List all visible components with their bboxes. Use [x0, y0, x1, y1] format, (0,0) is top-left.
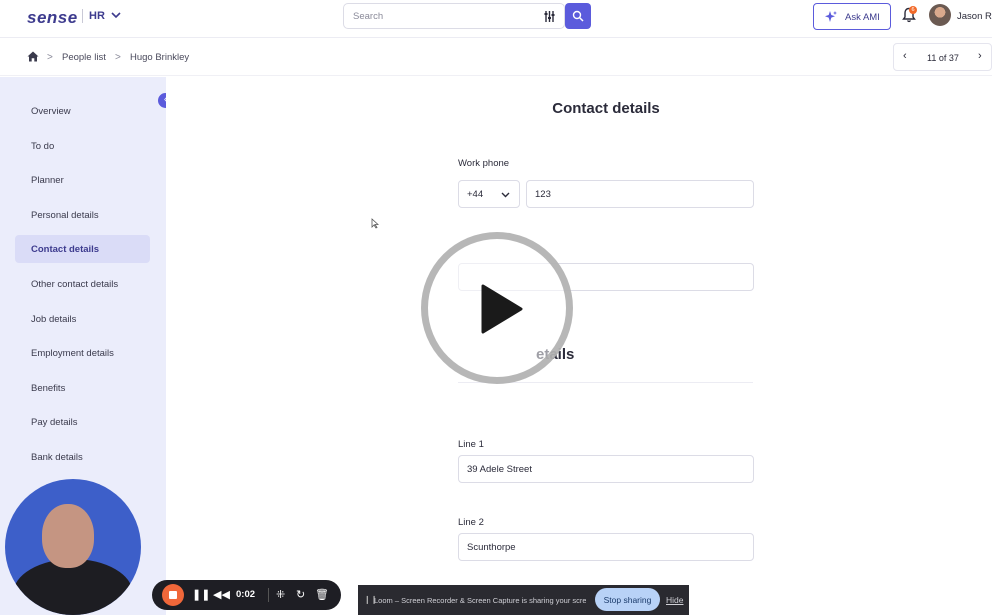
- recording-timer: 0:02: [236, 589, 256, 600]
- webcam-person-head: [42, 504, 94, 568]
- ask-ami-label: Ask AMI: [845, 12, 880, 23]
- breadcrumb-people-list[interactable]: People list: [62, 52, 106, 63]
- sidebar-item-planner[interactable]: Planner: [15, 166, 150, 194]
- sharing-message: Loom – Screen Recorder & Screen Capture …: [374, 596, 586, 605]
- line-1-label: Line 1: [458, 439, 484, 450]
- address-line-2-field[interactable]: Scunthorpe: [458, 533, 754, 561]
- sidebar-item-label: Personal details: [31, 210, 99, 221]
- logo-divider: [82, 9, 83, 23]
- work-phone-field[interactable]: 123: [526, 180, 754, 208]
- home-icon[interactable]: [27, 51, 39, 62]
- breadcrumb: > People list > Hugo Brinkley: [0, 39, 992, 76]
- sense-logo[interactable]: sense: [27, 8, 78, 28]
- search-placeholder: Search: [353, 11, 384, 22]
- stop-recording-button[interactable]: [162, 584, 184, 606]
- sidebar-item-bank-details[interactable]: Bank details: [15, 443, 150, 471]
- search-button[interactable]: [565, 3, 591, 29]
- sidebar-item-label: Job details: [31, 314, 77, 325]
- next-record-button[interactable]: ›: [978, 50, 982, 62]
- hide-sharing-bar-link[interactable]: Hide: [666, 595, 683, 605]
- sidebar-item-employment-details[interactable]: Employment details: [15, 339, 150, 367]
- webcam-bubble[interactable]: [5, 479, 141, 615]
- sidebar-item-personal-details[interactable]: Personal details: [15, 201, 150, 229]
- work-phone-value: 123: [535, 189, 551, 200]
- sidebar-item-contact-details[interactable]: Contact details: [15, 235, 150, 263]
- notification-badge: 6: [909, 6, 917, 14]
- sidebar-item-label: Other contact details: [31, 279, 119, 290]
- top-bar: sense HR Search Ask AMI 6 Jason Ro: [0, 0, 992, 38]
- play-video-button[interactable]: [421, 232, 573, 384]
- breadcrumb-current: Hugo Brinkley: [130, 52, 190, 63]
- screen-sharing-bar: ❙❙ Loom – Screen Recorder & Screen Captu…: [358, 585, 689, 615]
- rewind-icon[interactable]: ◀◀: [213, 588, 230, 602]
- chevron-right-icon: >: [47, 52, 53, 63]
- previous-record-button[interactable]: ‹: [903, 50, 907, 62]
- stop-sharing-label: Stop sharing: [603, 595, 652, 605]
- address-line-1-value: 39 Adele Street: [467, 464, 532, 475]
- sidebar-item-other-contact-details[interactable]: Other contact details: [15, 270, 150, 298]
- sidebar-item-benefits[interactable]: Benefits: [15, 374, 150, 402]
- sidebar-item-label: Employment details: [31, 348, 114, 359]
- sidebar-item-label: Pay details: [31, 417, 78, 428]
- sidebar-item-to-do[interactable]: To do: [15, 132, 150, 160]
- stop-sharing-button[interactable]: Stop sharing: [595, 588, 660, 611]
- avatar[interactable]: [929, 4, 951, 26]
- search-input[interactable]: Search: [343, 3, 565, 29]
- address-line-2-value: Scunthorpe: [467, 542, 516, 553]
- pause-icon[interactable]: ❚❚: [192, 588, 210, 602]
- user-name[interactable]: Jason Ro: [957, 11, 992, 22]
- chevron-down-icon[interactable]: [110, 9, 122, 21]
- chevron-right-icon: >: [115, 52, 121, 63]
- ask-ami-button[interactable]: Ask AMI: [813, 3, 891, 30]
- page-title: Contact details: [552, 100, 660, 117]
- address-line-1-field[interactable]: 39 Adele Street: [458, 455, 754, 483]
- record-position: 11 of 37: [927, 53, 959, 63]
- sidebar-item-pay-details[interactable]: Pay details: [15, 408, 150, 436]
- sidebar-item-label: Planner: [31, 175, 64, 186]
- restart-icon[interactable]: ↻: [296, 588, 305, 602]
- country-code-value: +44: [467, 189, 484, 200]
- sparkle-icon: [825, 11, 837, 22]
- sidebar-item-job-details[interactable]: Job details: [15, 305, 150, 333]
- record-pager: ‹ 11 of 37 ›: [893, 43, 992, 71]
- line-2-label: Line 2: [458, 517, 484, 528]
- play-icon: [481, 284, 523, 334]
- search-icon: [572, 10, 584, 22]
- product-switcher-label[interactable]: HR: [89, 10, 105, 22]
- recording-controls: ❚❚ ◀◀ 0:02 ⁜ ↻ 🗑: [152, 580, 341, 610]
- work-phone-label: Work phone: [458, 158, 510, 169]
- controls-divider: [268, 588, 269, 602]
- sidebar-item-label: Benefits: [31, 383, 66, 394]
- mouse-cursor-icon: [371, 218, 379, 229]
- filter-icon[interactable]: [543, 10, 556, 23]
- trash-icon[interactable]: 🗑: [315, 588, 329, 602]
- sidebar-item-label: Contact details: [31, 244, 100, 255]
- chevron-down-icon: [501, 192, 510, 198]
- sidebar-item-label: Bank details: [31, 452, 83, 463]
- grid-icon[interactable]: ⁜: [276, 588, 285, 602]
- sidebar-item-label: To do: [31, 141, 55, 152]
- country-code-select[interactable]: +44: [458, 180, 520, 208]
